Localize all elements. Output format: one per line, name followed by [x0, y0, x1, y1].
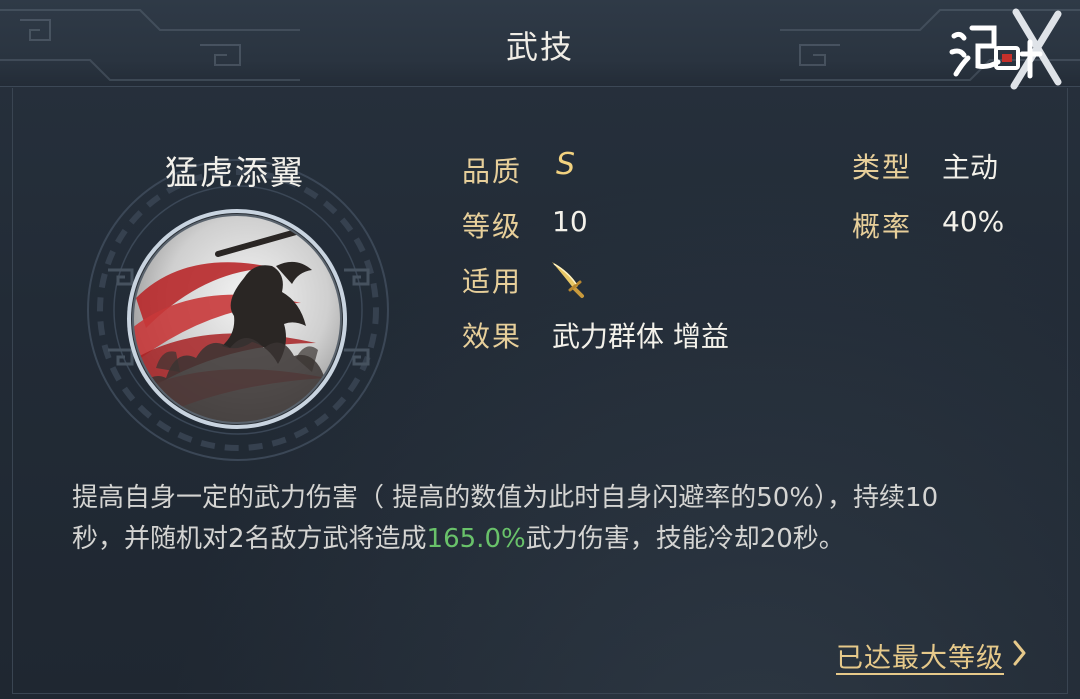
level-value: 10 [552, 205, 588, 238]
damage-percent-highlight: 165.0% [426, 524, 526, 554]
description-text-2: 武力伤害，技能冷却20秒。 [525, 524, 845, 554]
game-logo [949, 8, 1062, 90]
sword-icon [552, 262, 584, 298]
skill-emblem-icon [127, 209, 347, 429]
page-title: 武技 [505, 28, 574, 66]
skill-detail-screen: 武技 猛虎添翼 品质 S 等级 10 适用 效果 武力群体 增益 类型 主动 概… [0, 0, 1080, 699]
max-level-label: 已达最大等级 [836, 643, 1004, 674]
level-label: 等级 [462, 210, 523, 243]
chance-label: 概率 [852, 210, 913, 243]
skill-description: 提高自身一定的武力伤害（ 提高的数值为此时自身闪避率的50%），持续10秒，并随… [72, 478, 972, 560]
effect-value: 武力群体 增益 [552, 320, 729, 353]
header-bar: 武技 [0, 0, 1080, 90]
applicable-label: 适用 [462, 265, 523, 298]
quality-label: 品质 [462, 155, 523, 188]
chance-value: 40% [942, 205, 1005, 238]
type-label: 类型 [852, 151, 913, 184]
type-value: 主动 [942, 151, 999, 184]
effect-label: 效果 [462, 320, 523, 353]
chevron-right-icon [1013, 640, 1026, 666]
skill-name: 猛虎添翼 [165, 153, 305, 192]
max-level-link[interactable]: 已达最大等级 [836, 636, 1026, 675]
quality-value: S [556, 147, 576, 182]
